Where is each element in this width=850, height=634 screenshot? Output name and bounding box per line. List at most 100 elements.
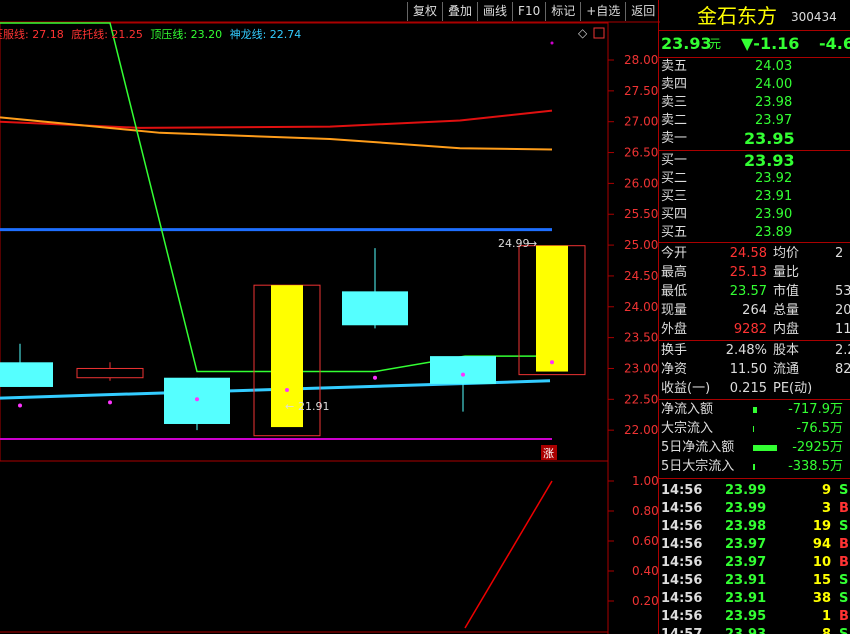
f10-button[interactable]: F10 bbox=[512, 2, 545, 21]
diamond-icon[interactable]: ◇ bbox=[578, 26, 588, 40]
tick-volume: 19 bbox=[812, 519, 831, 534]
price-axis-label: 25.00 bbox=[624, 238, 658, 252]
stat-value: 11.50 bbox=[729, 362, 767, 377]
sub-axis-label: 0.40 bbox=[632, 564, 659, 578]
stat-row: 今开 24.58 均价 2 bbox=[659, 245, 850, 263]
stat-label: 收益(一) bbox=[661, 381, 711, 396]
tick-side: B bbox=[839, 537, 849, 552]
price-axis-label: 27.00 bbox=[624, 115, 658, 129]
buy-price: 23.89 bbox=[755, 225, 793, 240]
avg-dot bbox=[550, 360, 554, 365]
stat-row: 最低 23.57 市值 53 bbox=[659, 283, 850, 301]
divider bbox=[659, 30, 850, 31]
indicator-bottom: 底托线: 21.25 bbox=[71, 28, 143, 41]
buy-level: 买四 23.90 bbox=[659, 206, 850, 224]
candle[interactable] bbox=[430, 356, 496, 412]
flow-row: 5日大宗流入 -338.5万 bbox=[659, 458, 850, 476]
price-axis-label: 22.50 bbox=[624, 392, 658, 406]
sub-axis-label: 0.20 bbox=[632, 594, 659, 608]
tick-volume: 8 bbox=[785, 626, 831, 634]
stat-value: 2.48% bbox=[725, 343, 767, 358]
buy-price: 23.90 bbox=[755, 207, 793, 222]
tick-volume: 38 bbox=[812, 591, 831, 606]
kline-chart-area[interactable]: 24.99 → ← 21.91 涨 ◇ 28.00 27.50 27.00 26.50… bbox=[0, 0, 660, 634]
tick-side: S bbox=[839, 573, 849, 588]
price-axis-label: 28.00 bbox=[624, 53, 658, 67]
buy-price: 23.91 bbox=[755, 189, 793, 204]
purple-dot-marker bbox=[550, 41, 554, 45]
tick-row: 14:56 23.97 94 B bbox=[659, 536, 850, 554]
back-button[interactable]: 返回 bbox=[625, 2, 660, 21]
indicator-top: 顶压线: 23.20 bbox=[150, 28, 223, 41]
candle[interactable] bbox=[164, 377, 230, 431]
buy-level: 买五 23.89 bbox=[659, 224, 850, 242]
add-watchlist-button[interactable]: +自选 bbox=[580, 2, 625, 21]
sub-axis-label: 0.60 bbox=[632, 534, 659, 548]
stat-label: 内盘 bbox=[773, 322, 800, 337]
stat-row: 外盘 9282 内盘 11 bbox=[659, 321, 850, 339]
tick-price: 23.98 bbox=[725, 519, 767, 534]
tick-time: 14:56 bbox=[661, 555, 703, 570]
flow-label: 5日大宗流入 bbox=[661, 459, 735, 474]
candle[interactable] bbox=[342, 248, 408, 329]
tick-time: 14:56 bbox=[661, 483, 703, 498]
stat-label: 换手 bbox=[661, 343, 688, 358]
tick-price: 23.95 bbox=[725, 609, 767, 624]
stat-label: 现量 bbox=[661, 303, 688, 318]
flow-bar bbox=[753, 407, 757, 413]
sell-price: 23.95 bbox=[744, 129, 795, 148]
buy-label: 买二 bbox=[661, 171, 688, 186]
buy-level: 买二 23.92 bbox=[659, 170, 850, 188]
flow-value: -338.5万 bbox=[788, 459, 843, 474]
tick-volume: 10 bbox=[812, 555, 831, 570]
candle[interactable] bbox=[0, 343, 53, 387]
sell-label: 卖一 bbox=[661, 131, 688, 146]
flow-bar bbox=[753, 445, 777, 451]
price-axis-label: 24.00 bbox=[624, 300, 658, 314]
stat-label: 最低 bbox=[661, 284, 688, 299]
stat-value: 24.58 bbox=[729, 246, 767, 261]
candle[interactable] bbox=[253, 284, 321, 437]
overlay-button[interactable]: 叠加 bbox=[442, 2, 477, 21]
candle[interactable] bbox=[518, 245, 586, 376]
tick-price: 23.93 bbox=[725, 626, 766, 634]
tick-row: 14:56 23.91 38 S bbox=[659, 590, 850, 608]
tick-price: 23.99 bbox=[725, 483, 767, 498]
low-price-label: 21.91 bbox=[298, 400, 330, 413]
quote-panel: 金石东方 300434 23.93 元 ▼-1.16 -4.6 卖五24.03卖… bbox=[658, 0, 850, 634]
stat-label: 市值 bbox=[773, 284, 800, 299]
sell-label: 卖二 bbox=[661, 113, 688, 128]
sell-level: 卖五 24.03 bbox=[659, 58, 850, 76]
flow-value: -717.9万 bbox=[788, 402, 843, 417]
price-axis-label: 26.50 bbox=[624, 146, 658, 160]
stat-label: 均价 bbox=[773, 246, 800, 261]
sell-price: 24.03 bbox=[755, 59, 793, 74]
avg-dot bbox=[195, 397, 199, 402]
buy-level: 买一 23.93 bbox=[659, 152, 850, 170]
tick-row: 14:56 23.98 19 S bbox=[659, 518, 850, 536]
stat-row: 最高 25.13 量比 bbox=[659, 264, 850, 282]
window-square-icon[interactable] bbox=[593, 27, 605, 39]
current-price: 23.93 bbox=[661, 34, 712, 53]
tick-row: 14:57 23.93 8S bbox=[659, 626, 850, 634]
mark-button[interactable]: 标记 bbox=[545, 2, 580, 21]
tick-price: 23.91 bbox=[725, 591, 767, 606]
indicator-legend: 压服线: 27.18 底托线: 21.25 顶压线: 23.20 神龙线: 22… bbox=[0, 26, 301, 42]
buy-label: 买三 bbox=[661, 189, 688, 204]
stat-value: 11 bbox=[835, 322, 850, 337]
stat-label: 量比 bbox=[773, 265, 800, 280]
tick-time: 14:56 bbox=[661, 609, 703, 624]
candle-body bbox=[0, 362, 53, 387]
stock-code: 300434 bbox=[791, 10, 837, 24]
stat-value: 0.215 bbox=[729, 381, 767, 396]
adjust-button[interactable]: 复权 bbox=[407, 2, 442, 21]
stat-label: PE(动) bbox=[773, 381, 813, 396]
tick-volume: 3 bbox=[821, 501, 831, 516]
tick-time: 14:56 bbox=[661, 537, 703, 552]
high-price-label: 24.99 bbox=[498, 237, 530, 250]
rise-marker: 涨 bbox=[543, 447, 554, 460]
kline-chart[interactable]: 24.99 → ← 21.91 涨 ◇ 28.00 27.50 27.00 26.50… bbox=[0, 0, 660, 634]
candle[interactable] bbox=[76, 362, 144, 381]
draw-line-button[interactable]: 画线 bbox=[477, 2, 512, 21]
tick-row: 14:56 23.95 1 B bbox=[659, 608, 850, 626]
